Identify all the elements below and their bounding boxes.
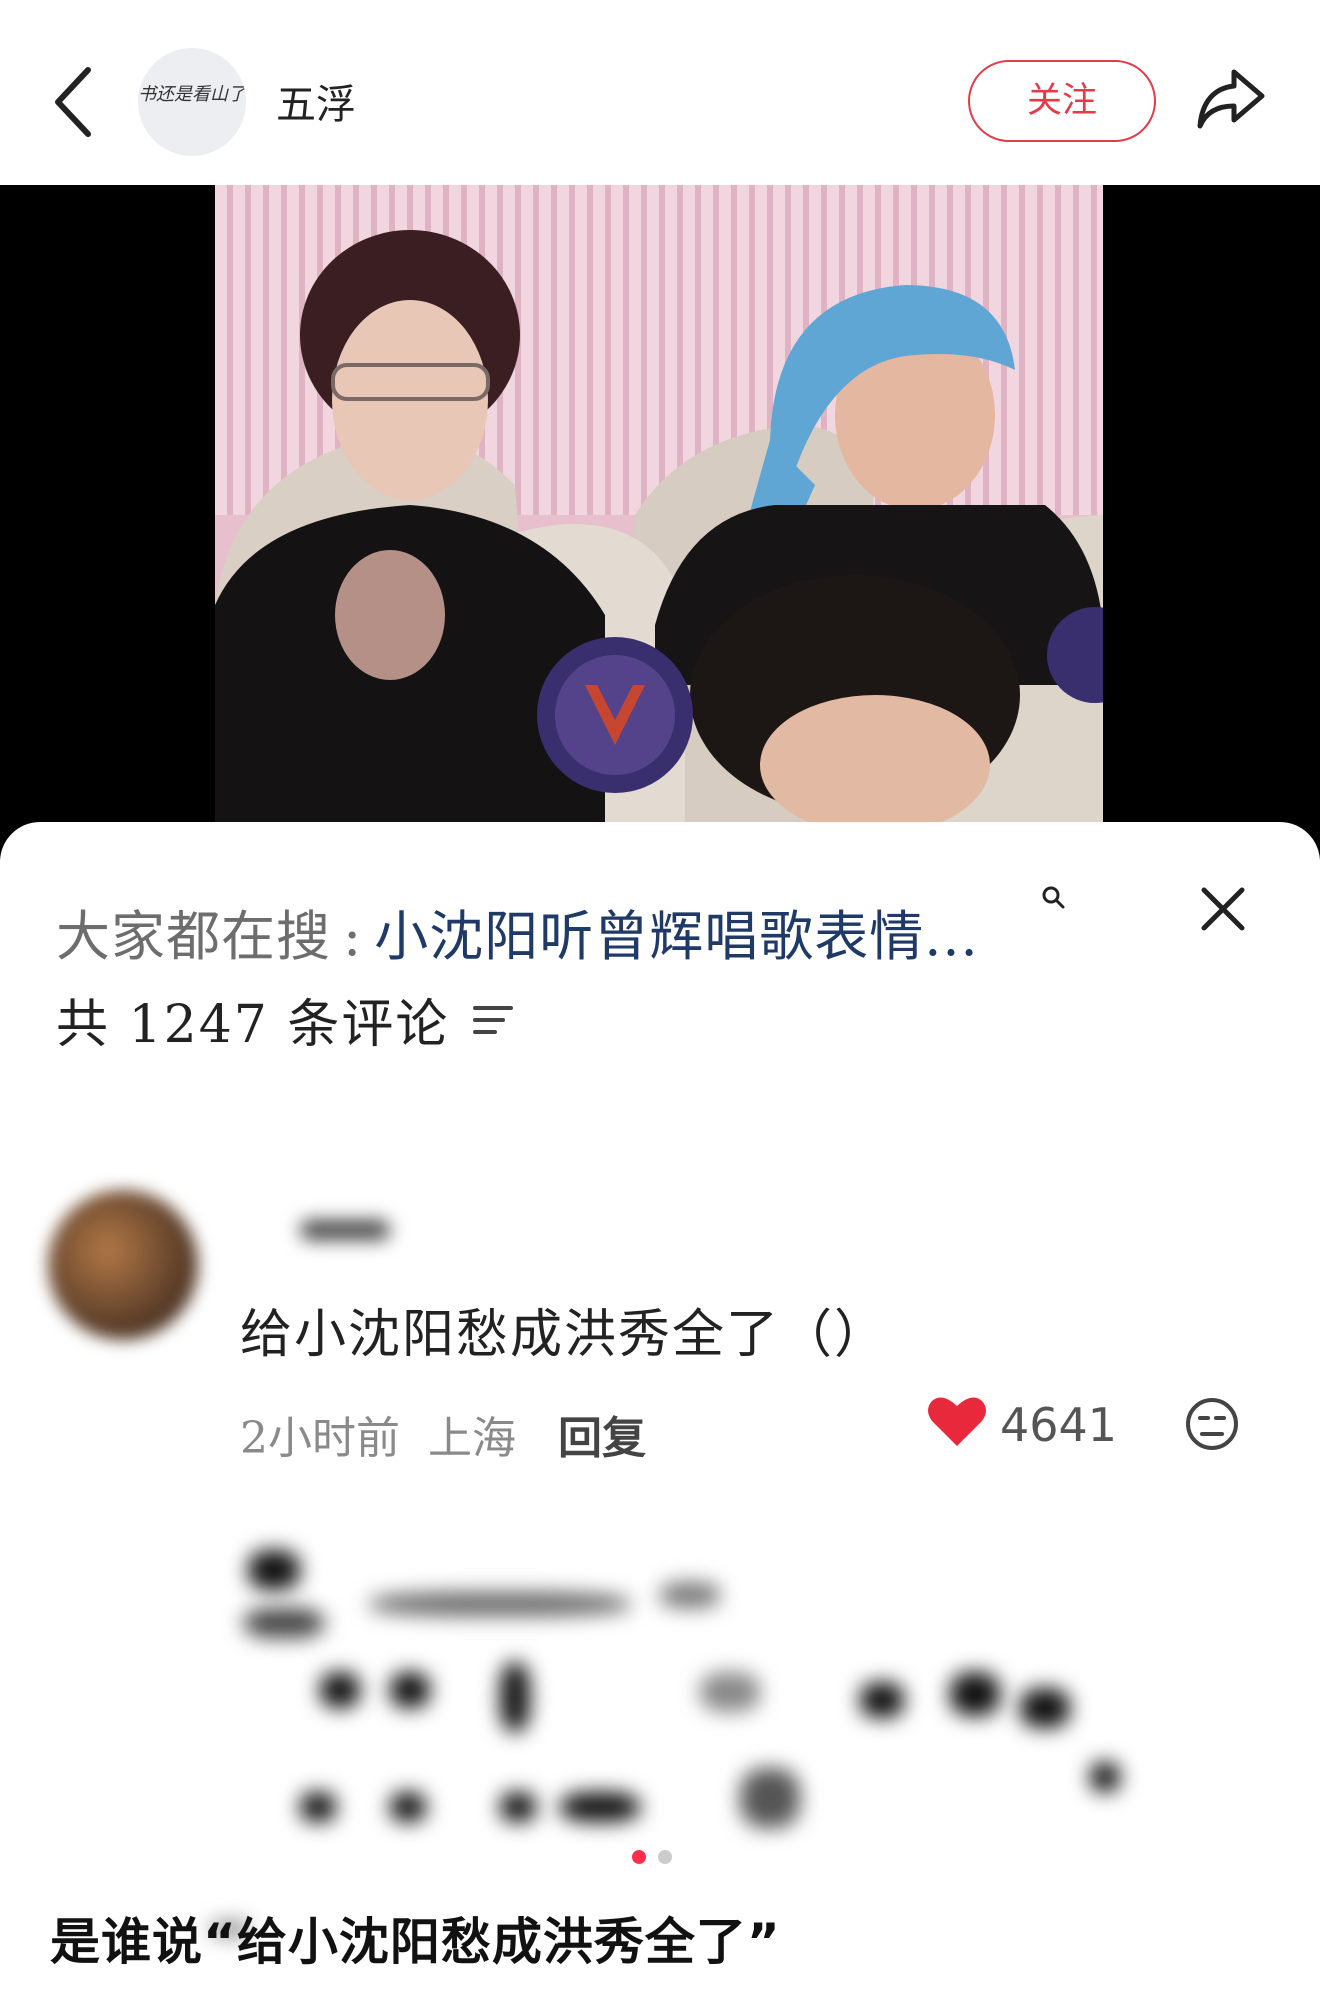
video-scene-image xyxy=(215,230,1103,860)
author-avatar[interactable]: 书还是看山了 xyxy=(138,48,246,156)
author-name[interactable]: 五浮 xyxy=(276,72,356,130)
follow-button[interactable]: 关注 xyxy=(968,60,1156,142)
comments-sheet: 大家都在搜: 小沈阳听曾辉唱歌表情... 共 1247 条评论 给小沈阳愁成洪秀全… xyxy=(0,822,1320,2003)
search-suggestion-prefix: 大家都在搜 xyxy=(56,905,331,968)
like-count: 4641 xyxy=(1000,1398,1118,1452)
video-player[interactable] xyxy=(0,185,1320,860)
comment-location: 上海 xyxy=(428,1413,516,1464)
comment-time: 2小时前 xyxy=(240,1413,400,1464)
video-frame xyxy=(215,185,1103,860)
back-arrow-icon[interactable] xyxy=(50,62,98,142)
share-icon[interactable] xyxy=(1194,66,1268,132)
heart-icon[interactable] xyxy=(926,1394,988,1448)
commenter-avatar[interactable] xyxy=(48,1190,198,1340)
commenter-name-blurred[interactable] xyxy=(300,1220,390,1240)
search-suggestion-term[interactable]: 小沈阳听曾辉唱歌表情... xyxy=(374,905,979,968)
post-caption: 是谁说“给小沈阳愁成洪秀全了” xyxy=(50,1913,781,1971)
search-suggestion-separator: : xyxy=(343,905,363,968)
comment-count: 共 1247 条评论 xyxy=(56,995,450,1055)
comment-count-row: 共 1247 条评论 xyxy=(56,982,515,1057)
pager-dot-active[interactable] xyxy=(632,1850,646,1864)
filter-icon[interactable] xyxy=(471,1002,515,1038)
emoji-icon[interactable] xyxy=(1184,1396,1240,1452)
pager-dot[interactable] xyxy=(658,1850,672,1864)
comment-meta: 2小时前 上海 回复 xyxy=(240,1402,646,1466)
top-bar: 书还是看山了 五浮 关注 xyxy=(0,0,1320,185)
reply-button[interactable]: 回复 xyxy=(558,1402,646,1466)
image-pager xyxy=(632,1850,692,1866)
comment-text: 给小沈阳愁成洪秀全了（） xyxy=(240,1305,889,1365)
close-icon[interactable] xyxy=(1198,884,1248,934)
search-icon[interactable] xyxy=(1040,884,1066,910)
search-suggestion[interactable]: 大家都在搜: 小沈阳听曾辉唱歌表情... xyxy=(56,892,979,971)
avatar-handwriting: 书还是看山了 xyxy=(138,84,246,105)
